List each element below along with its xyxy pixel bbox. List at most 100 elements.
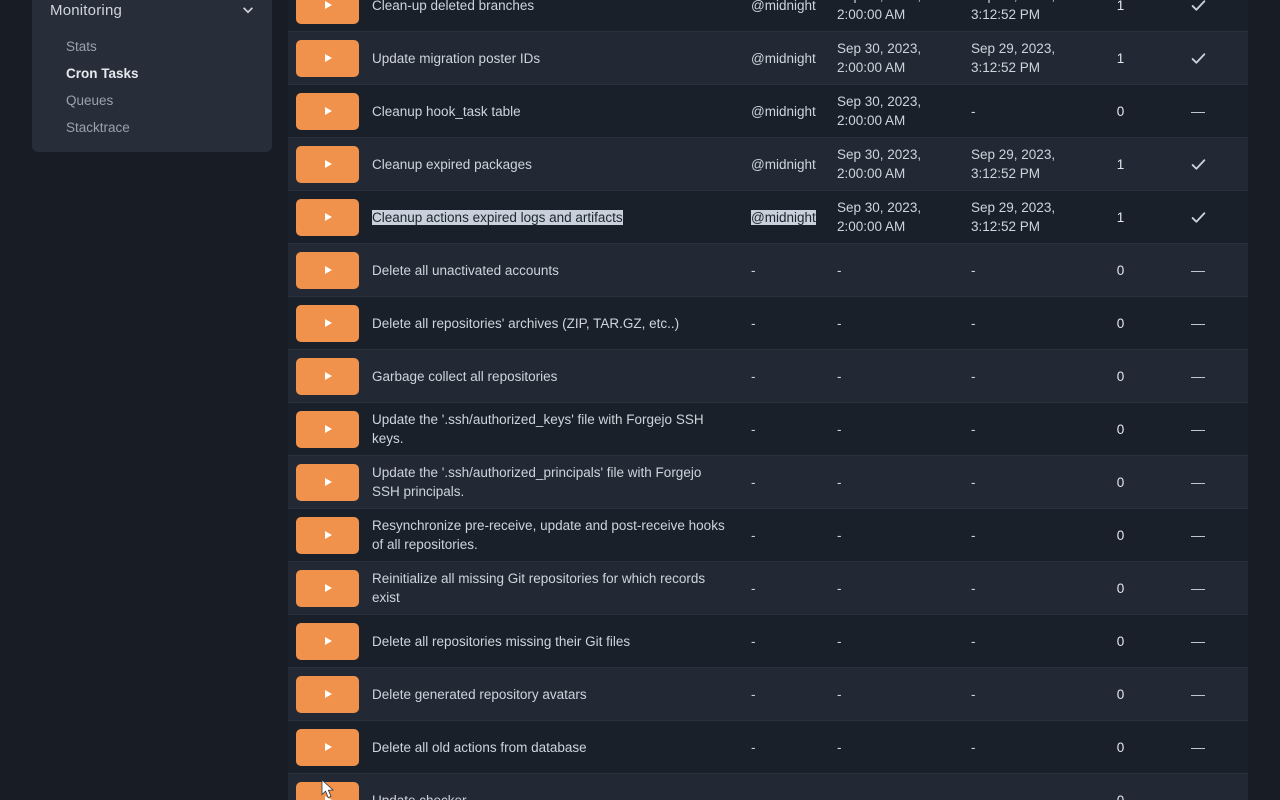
task-name: Update checker	[359, 791, 739, 800]
run-task-button[interactable]	[296, 305, 359, 342]
task-schedule-text: @midnight	[751, 157, 816, 172]
task-last-run: -	[959, 367, 1093, 386]
check-icon	[1190, 156, 1207, 173]
task-schedule: -	[739, 632, 825, 651]
task-next-run: -	[825, 420, 959, 439]
sidebar-items: StatsCron TasksQueuesStacktrace	[32, 33, 272, 141]
task-schedule-text: @midnight	[751, 210, 816, 225]
run-task-button[interactable]	[296, 729, 359, 766]
run-task-button[interactable]	[296, 93, 359, 130]
run-task-button[interactable]	[296, 199, 359, 236]
task-status	[1148, 50, 1248, 67]
cron-tasks-table: Clean-up deleted branches @midnight Sep …	[288, 0, 1248, 800]
task-next-run: -	[825, 632, 959, 651]
table-row: Cleanup hook_task table @midnight Sep 30…	[288, 84, 1248, 137]
play-icon	[325, 425, 332, 433]
task-schedule-text: -	[751, 740, 756, 755]
play-icon	[325, 690, 332, 698]
task-schedule-text: -	[751, 634, 756, 649]
task-last-run: -	[959, 526, 1093, 545]
task-status: —	[1148, 526, 1248, 545]
check-icon	[1190, 209, 1207, 226]
task-next-run: Sep 30, 2023, 2:00:00 AM	[825, 145, 959, 183]
run-task-button[interactable]	[296, 411, 359, 448]
table-row: Update checker - - - 0 —	[288, 773, 1248, 800]
play-icon	[325, 213, 332, 221]
task-last-run: -	[959, 261, 1093, 280]
task-next-run: -	[825, 685, 959, 704]
run-task-cell	[288, 252, 359, 289]
play-icon	[325, 1, 332, 9]
task-status: —	[1148, 367, 1248, 386]
run-task-button[interactable]	[296, 623, 359, 660]
run-task-button[interactable]	[296, 358, 359, 395]
mouse-cursor	[321, 779, 334, 799]
task-last-run: -	[959, 791, 1093, 800]
table-row: Update the '.ssh/authorized_keys' file w…	[288, 402, 1248, 455]
run-task-button[interactable]	[296, 40, 359, 77]
task-last-run: Sep 29, 2023, 3:12:52 PM	[959, 0, 1093, 24]
sidebar-item-cron-tasks[interactable]: Cron Tasks	[32, 60, 272, 87]
task-exec-times: 0	[1093, 791, 1148, 800]
task-status: —	[1148, 685, 1248, 704]
task-schedule-text: -	[751, 528, 756, 543]
task-exec-times: 0	[1093, 261, 1148, 280]
task-schedule: @midnight	[739, 0, 825, 15]
sidebar-item-queues[interactable]: Queues	[32, 87, 272, 114]
run-task-button[interactable]	[296, 146, 359, 183]
run-task-button[interactable]	[296, 517, 359, 554]
play-icon	[325, 319, 332, 327]
run-task-cell	[288, 464, 359, 501]
run-task-cell	[288, 729, 359, 766]
run-task-cell	[288, 0, 359, 24]
task-name: Resynchronize pre-receive, update and po…	[359, 516, 739, 554]
task-name: Cleanup hook_task table	[359, 102, 739, 121]
task-schedule: @midnight	[739, 49, 825, 68]
sidebar-header-monitoring[interactable]: Monitoring	[32, 0, 272, 20]
check-icon	[1190, 50, 1207, 67]
run-task-button[interactable]	[296, 570, 359, 607]
run-task-button[interactable]	[296, 676, 359, 713]
task-last-run: Sep 29, 2023, 3:12:52 PM	[959, 145, 1093, 183]
run-task-cell	[288, 146, 359, 183]
sidebar-item-stacktrace[interactable]: Stacktrace	[32, 114, 272, 141]
task-schedule: -	[739, 685, 825, 704]
task-schedule-text: -	[751, 475, 756, 490]
run-task-button[interactable]	[296, 0, 359, 24]
task-status	[1148, 0, 1248, 14]
table-row: Delete all repositories' archives (ZIP, …	[288, 296, 1248, 349]
task-exec-times: 0	[1093, 632, 1148, 651]
table-row: Delete generated repository avatars - - …	[288, 667, 1248, 720]
no-status-dash: —	[1191, 738, 1205, 757]
task-name: Clean-up deleted branches	[359, 0, 739, 15]
table-row: Delete all unactivated accounts - - - 0 …	[288, 243, 1248, 296]
play-icon	[325, 107, 332, 115]
table-row: Reinitialize all missing Git repositorie…	[288, 561, 1248, 614]
no-status-dash: —	[1191, 420, 1205, 439]
task-name: Delete all unactivated accounts	[359, 261, 739, 280]
task-name: Garbage collect all repositories	[359, 367, 739, 386]
no-status-dash: —	[1191, 579, 1205, 598]
task-name-text: Cleanup expired packages	[372, 157, 532, 172]
task-next-run: Sep 30, 2023, 2:00:00 AM	[825, 39, 959, 77]
task-schedule: -	[739, 473, 825, 492]
task-next-run: -	[825, 367, 959, 386]
sidebar-item-stats[interactable]: Stats	[32, 33, 272, 60]
task-name: Update the '.ssh/authorized_keys' file w…	[359, 410, 739, 448]
task-exec-times: 1	[1093, 208, 1148, 227]
task-exec-times: 0	[1093, 420, 1148, 439]
no-status-dash: —	[1191, 791, 1205, 800]
task-schedule: -	[739, 367, 825, 386]
task-name-text: Update checker	[372, 793, 467, 800]
task-status: —	[1148, 261, 1248, 280]
task-name-text: Update the '.ssh/authorized_keys' file w…	[372, 412, 704, 446]
run-task-button[interactable]	[296, 464, 359, 501]
task-name: Delete all old actions from database	[359, 738, 739, 757]
run-task-button[interactable]	[296, 252, 359, 289]
task-next-run: -	[825, 473, 959, 492]
run-task-cell	[288, 570, 359, 607]
task-schedule-text: -	[751, 316, 756, 331]
task-schedule-text: -	[751, 263, 756, 278]
task-name-text: Delete all unactivated accounts	[372, 263, 559, 278]
task-schedule: -	[739, 420, 825, 439]
